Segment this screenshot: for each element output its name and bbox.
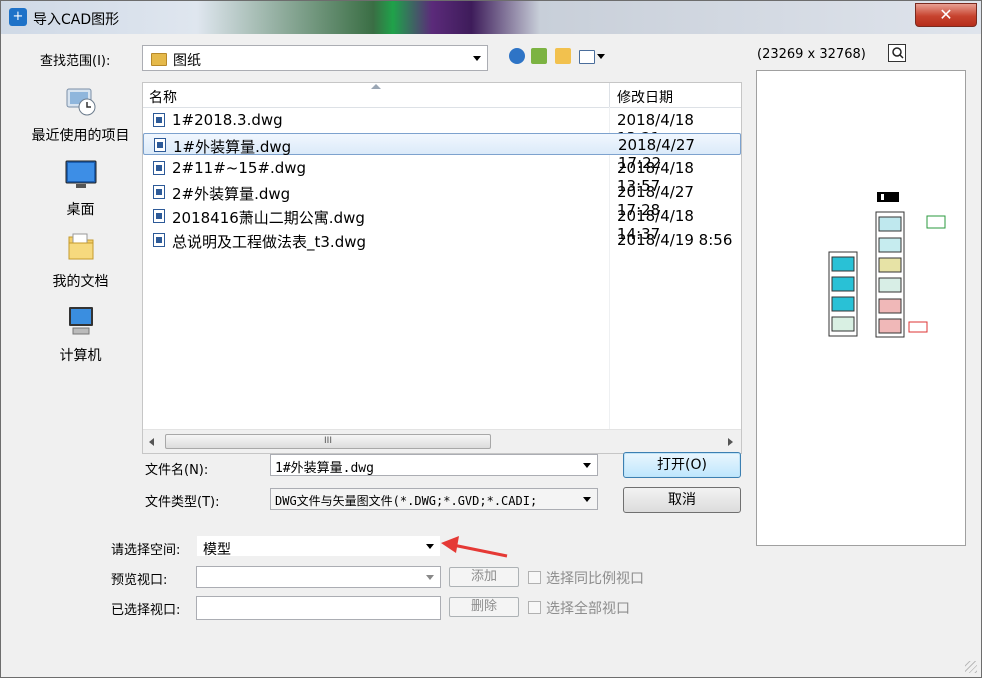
back-icon[interactable] [509,48,525,64]
space-value: 模型 [203,542,231,558]
filename-value: 1#外装算量.dwg [275,461,374,476]
place-computer[interactable]: 计算机 [19,303,142,365]
place-label: 我的文档 [52,274,109,290]
selected-viewport-field[interactable] [196,596,441,620]
file-row[interactable]: 2#11#~15#.dwg 2018/4/18 13:57 [143,157,741,195]
column-separator[interactable] [609,83,610,107]
column-divider [609,107,610,429]
horizontal-scrollbar[interactable]: III [143,429,741,453]
filename-label: 文件名(N): [145,463,209,478]
file-row[interactable]: 2018416萧山二期公寓.dwg 2018/4/18 14:37 [143,205,741,243]
preview-zoom-icon[interactable] [888,44,906,62]
space-label: 请选择空间: [111,543,181,558]
scroll-right-icon[interactable] [728,438,733,446]
select-all-label: 选择全部视口 [546,601,630,617]
viewport-label: 预览视口: [111,573,168,588]
same-scale-label: 选择同比例视口 [546,571,644,587]
up-folder-icon[interactable] [531,48,547,64]
desktop-icon [63,157,99,193]
computer-icon [63,303,99,339]
resize-grip[interactable] [965,661,977,673]
lookin-value: 图纸 [173,53,201,69]
view-menu-dropdown[interactable] [595,52,607,60]
column-header-name[interactable]: 名称 [149,87,177,107]
place-documents[interactable]: 我的文档 [19,229,142,291]
file-name: 2018416萧山二期公寓.dwg [172,209,365,227]
import-cad-dialog: + 导入CAD图形 ✕ 查找范围(I): 图纸 最近使用的项目 桌面 我的文档 … [0,0,982,678]
sort-ascending-icon [371,84,381,89]
space-combo[interactable]: 模型 [196,535,441,558]
file-name: 1#外装算量.dwg [173,138,292,156]
file-date: 2018/4/19 8:56 [617,231,733,249]
place-label: 桌面 [66,202,95,218]
dwg-file-icon [153,233,165,247]
file-list[interactable]: 名称 修改日期 1#2018.3.dwg 2018/4/18 13:21 1#外… [142,82,742,454]
file-name: 1#2018.3.dwg [172,111,283,129]
cancel-button[interactable]: 取消 [623,487,741,513]
close-button[interactable]: ✕ [915,3,977,27]
selected-viewport-label: 已选择视口: [111,603,181,618]
file-row[interactable]: 总说明及工程做法表_t3.dwg 2018/4/19 8:56 [143,229,741,251]
chevron-down-icon [426,575,434,580]
same-scale-checkbox[interactable] [528,571,541,584]
scroll-left-icon[interactable] [149,438,154,446]
column-header-date[interactable]: 修改日期 [617,87,673,107]
add-button[interactable]: 添加 [449,567,519,587]
folder-icon [151,53,167,66]
title-bar: + 导入CAD图形 ✕ [1,1,981,34]
chevron-down-icon [473,56,481,61]
place-label: 计算机 [59,348,102,364]
scroll-thumb[interactable]: III [165,434,491,449]
dwg-file-icon [154,138,166,152]
place-recent[interactable]: 最近使用的项目 [19,83,142,145]
app-icon: + [9,8,27,26]
drawing-thumbnail [828,192,946,338]
lookin-combo[interactable]: 图纸 [142,45,488,71]
file-name: 总说明及工程做法表_t3.dwg [172,233,367,251]
place-desktop[interactable]: 桌面 [19,157,142,219]
chevron-down-icon [426,544,434,549]
recent-items-icon [63,83,99,119]
file-name: 2#外装算量.dwg [172,185,291,203]
window-title: 导入CAD图形 [33,12,120,28]
preview-dimensions: (23269 x 32768) [757,47,866,62]
file-row[interactable]: 2#外装算量.dwg 2018/4/27 17:28 [143,181,741,219]
new-folder-icon[interactable] [555,48,571,64]
file-name: 2#11#~15#.dwg [172,159,307,177]
list-header: 名称 修改日期 [143,83,741,108]
file-row-selected[interactable]: 1#外装算量.dwg 2018/4/27 17:22 [143,133,741,172]
delete-button[interactable]: 删除 [449,597,519,617]
dwg-file-icon [153,185,165,199]
filetype-value: DWG文件与矢量图文件(*.DWG;*.GVD;*.CADI; [275,494,538,508]
open-button[interactable]: 打开(O) [623,452,741,478]
file-row[interactable]: 1#2018.3.dwg 2018/4/18 13:21 [143,109,741,147]
chevron-down-icon [583,497,591,502]
place-label: 最近使用的项目 [31,128,130,144]
red-arrow-annotation [441,536,508,558]
dwg-file-icon [153,113,165,127]
preview-pane [756,70,966,546]
dwg-file-icon [153,209,165,223]
dialog-body: 查找范围(I): 图纸 最近使用的项目 桌面 我的文档 计算机 名称 修改日期 … [9,34,974,671]
dwg-file-icon [153,161,165,175]
select-all-checkbox[interactable] [528,601,541,614]
filetype-combo[interactable]: DWG文件与矢量图文件(*.DWG;*.GVD;*.CADI; [270,488,598,510]
view-menu-icon[interactable] [579,50,595,64]
documents-folder-icon [63,229,99,265]
viewport-combo[interactable] [196,566,441,588]
lookin-label: 查找范围(I): [40,54,111,69]
filename-combo[interactable]: 1#外装算量.dwg [270,454,598,476]
filetype-label: 文件类型(T): [145,495,220,510]
chevron-down-icon [583,463,591,468]
chevron-down-icon [597,54,605,59]
places-bar: 最近使用的项目 桌面 我的文档 计算机 [19,77,142,562]
